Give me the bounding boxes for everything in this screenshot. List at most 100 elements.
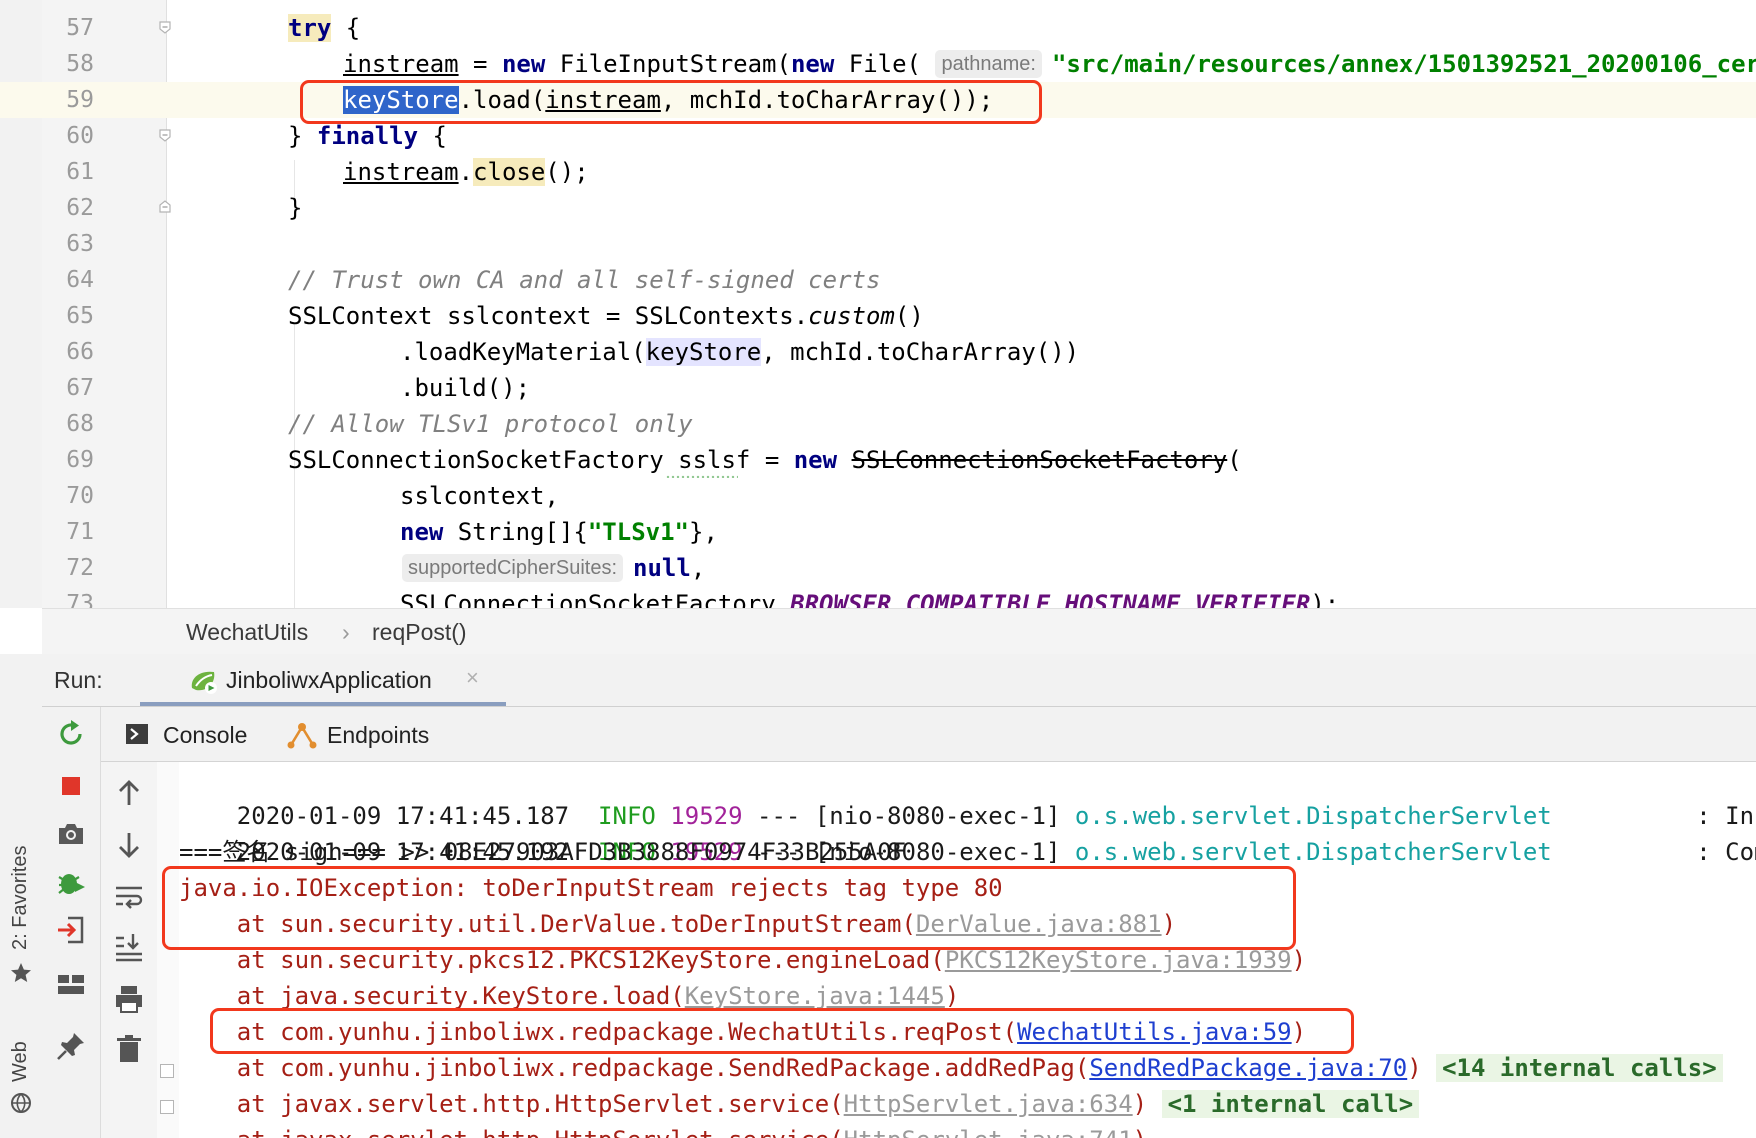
stack-frame: at sun.security.util.DerValue.toDerInput…	[179, 910, 1177, 938]
internal-calls-fold[interactable]: <1 internal call>	[1161, 1090, 1420, 1118]
code-text: .build();	[400, 374, 531, 402]
line-number: 65	[66, 303, 94, 329]
soft-wrap-icon[interactable]	[112, 880, 146, 914]
code-line[interactable]: 69 SSLConnectionSocketFactory sslsf = ne…	[0, 442, 1756, 478]
fold-end-icon[interactable]	[158, 200, 172, 214]
code-line-current[interactable]: 59 keyStore.load(instream, mchId.toCharA…	[0, 82, 1756, 118]
code-comment: // Trust own CA and all self-signed cert…	[288, 266, 881, 294]
code-line[interactable]: 67 .build();	[0, 370, 1756, 406]
login-exit-icon[interactable]	[54, 913, 88, 947]
code-line[interactable]: 65 SSLContext sslcontext = SSLContexts.c…	[0, 298, 1756, 334]
run-label: Run:	[54, 667, 103, 693]
layout-icon[interactable]	[54, 967, 88, 1001]
expand-icon[interactable]	[160, 1100, 174, 1114]
log-line: ===签名 sign=== >> 08E27903AFD3B3888F0974F…	[179, 838, 907, 866]
line-number: 70	[66, 483, 94, 509]
code-text: instream.close();	[343, 158, 589, 186]
code-line[interactable]: 70 sslcontext,	[0, 478, 1756, 514]
breadcrumb: WechatUtils › reqPost()	[42, 608, 1756, 655]
parameter-hint: pathname:	[935, 50, 1042, 78]
code-text: instream = new FileInputStream(new File(…	[343, 50, 1756, 78]
log-line: 2020-01-09 17:41:45.187 INFO 19529 --- […	[236, 802, 1756, 830]
code-text: SSLConnectionSocketFactory.BROWSER_COMPA…	[400, 590, 1340, 608]
source-link[interactable]: PKCS12KeyStore.java:1939	[945, 946, 1292, 974]
code-text: }	[288, 194, 303, 222]
endpoints-icon	[287, 723, 317, 749]
line-number: 66	[66, 339, 94, 365]
code-editor[interactable]: 57 try { 58 instream = new FileInputStre…	[0, 0, 1756, 608]
source-link[interactable]: WechatUtils.java:59	[1017, 1018, 1292, 1046]
code-line[interactable]: 72 supportedCipherSuites: null,	[0, 550, 1756, 586]
selected-text: keyStore	[343, 86, 459, 114]
code-line[interactable]: 71 new String[]{"TLSv1"},	[0, 514, 1756, 550]
fold-marker-icon[interactable]	[158, 128, 172, 142]
stack-frame: at sun.security.pkcs12.PKCS12KeyStore.en…	[179, 946, 1307, 974]
code-comment: // Allow TLSv1 protocol only	[288, 410, 693, 438]
expand-icon[interactable]	[160, 1064, 174, 1078]
camera-icon[interactable]	[54, 817, 88, 851]
code-line[interactable]: 60 } finally {	[0, 118, 1756, 154]
code-line[interactable]: 63	[0, 226, 1756, 262]
code-line[interactable]: 62 }	[0, 190, 1756, 226]
console-icon	[126, 724, 148, 744]
pin-icon[interactable]	[54, 1029, 88, 1063]
code-line[interactable]: 73 SSLConnectionSocketFactory.BROWSER_CO…	[0, 586, 1756, 608]
source-link[interactable]: KeyStore.java:1445	[685, 982, 945, 1010]
line-number: 61	[66, 159, 94, 185]
line-number: 64	[66, 267, 94, 293]
breadcrumb-separator: ›	[342, 619, 350, 645]
tab-endpoints[interactable]: Endpoints	[281, 707, 451, 761]
scroll-to-end-icon[interactable]	[112, 930, 146, 964]
stack-frame: at javax.servlet.http.HttpServlet.servic…	[179, 1122, 1147, 1138]
code-text: SSLContext sslcontext = SSLContexts.cust…	[288, 302, 924, 330]
code-line[interactable]: 57 try {	[0, 10, 1756, 46]
debug-bug-icon[interactable]	[54, 865, 88, 899]
source-link[interactable]: HttpServlet.java:741	[844, 1126, 1133, 1138]
close-icon[interactable]: ×	[466, 665, 479, 691]
stack-frame: at java.security.KeyStore.load(KeyStore.…	[179, 982, 960, 1010]
code-line[interactable]: 68 // Allow TLSv1 protocol only	[0, 406, 1756, 442]
web-tool-button[interactable]: Web	[9, 1041, 32, 1082]
console-output[interactable]: 2020-01-09 17:41:45.187 INFO 19529 --- […	[179, 762, 1756, 1138]
line-number: 67	[66, 375, 94, 401]
favorites-tool-button[interactable]: 2: Favorites	[9, 846, 32, 950]
stop-icon[interactable]	[54, 769, 88, 803]
exception-line: java.io.IOException: toDerInputStream re…	[179, 874, 1003, 902]
console-toolbar	[101, 762, 158, 1138]
left-tool-window-strip: 2: Favorites Web	[0, 654, 43, 1138]
favorites-label: 2: Favorites	[9, 845, 31, 950]
log-line: 2020-01-09 17:41:45.192 INFO 19529 --- […	[236, 838, 1756, 866]
deprecated-class: SSLConnectionSocketFactory	[851, 446, 1228, 474]
tab-console[interactable]: Console	[101, 707, 251, 761]
source-link[interactable]: DerValue.java:881	[916, 910, 1162, 938]
code-line[interactable]: 64 // Trust own CA and all self-signed c…	[0, 262, 1756, 298]
breadcrumb-class[interactable]: WechatUtils	[186, 619, 308, 646]
code-text: new String[]{"TLSv1"},	[400, 518, 718, 546]
line-number: 68	[66, 411, 94, 437]
star-icon	[11, 963, 31, 982]
source-link[interactable]: HttpServlet.java:634	[844, 1090, 1133, 1118]
stack-frame: at javax.servlet.http.HttpServlet.servic…	[179, 1086, 1420, 1122]
console-tab-bar: Console Endpoints	[101, 707, 1756, 762]
source-link[interactable]: SendRedPackage.java:70	[1089, 1054, 1407, 1082]
code-line[interactable]: 66 .loadKeyMaterial(keyStore, mchId.toCh…	[0, 334, 1756, 370]
run-config-tab[interactable]: JinboliwxApplication ×	[140, 654, 506, 706]
line-number: 60	[66, 123, 94, 149]
print-icon[interactable]	[112, 982, 146, 1016]
internal-calls-fold[interactable]: <14 internal calls>	[1436, 1054, 1723, 1082]
code-text: } finally {	[288, 122, 447, 150]
spring-boot-run-icon	[191, 671, 217, 694]
web-label: Web	[9, 1041, 31, 1082]
code-line[interactable]: 61 instream.close();	[0, 154, 1756, 190]
line-number: 62	[66, 195, 94, 221]
breadcrumb-method[interactable]: reqPost()	[372, 619, 467, 646]
line-number: 71	[66, 519, 94, 545]
fold-marker-icon[interactable]	[158, 20, 172, 34]
trash-icon[interactable]	[112, 1032, 146, 1066]
arrow-down-icon[interactable]	[112, 828, 146, 862]
parameter-hint: supportedCipherSuites:	[402, 554, 624, 582]
code-line[interactable]: 58 instream = new FileInputStream(new Fi…	[0, 46, 1756, 82]
rerun-icon[interactable]	[54, 717, 88, 751]
arrow-up-icon[interactable]	[112, 776, 146, 810]
tab-endpoints-label: Endpoints	[327, 722, 430, 748]
